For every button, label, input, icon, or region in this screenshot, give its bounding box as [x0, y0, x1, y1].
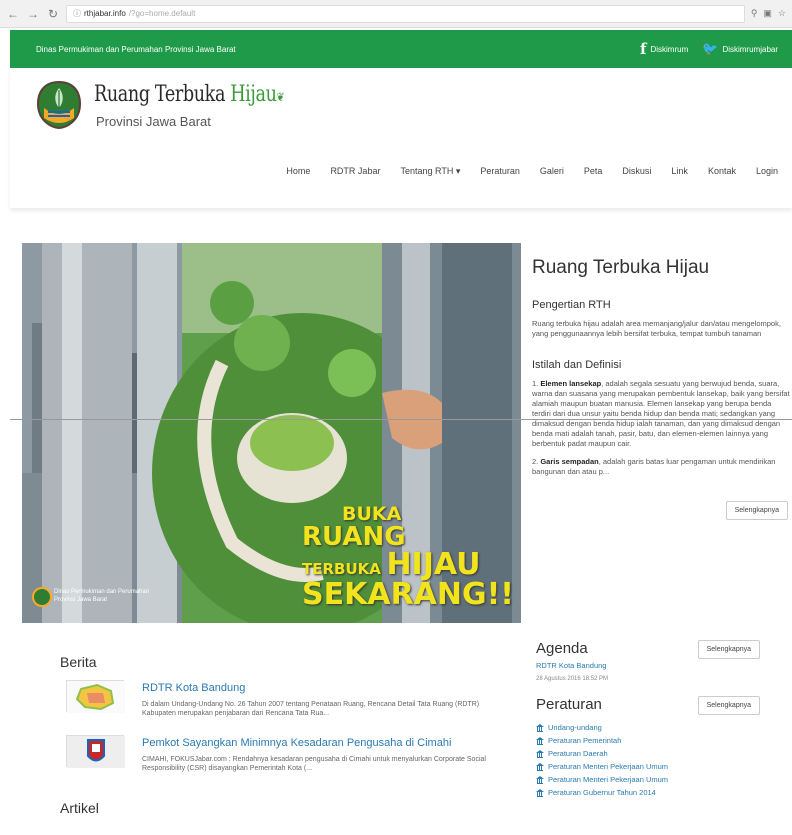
url-path: /?go=home.default — [128, 8, 196, 18]
istilah-title: Istilah dan Definisi — [532, 359, 622, 371]
menu-rdtr-jabar[interactable]: RDTR Jabar — [330, 166, 380, 177]
peraturan-item-label: Peraturan Gubernur Tahun 2014 — [548, 788, 656, 797]
agenda-title: Agenda — [536, 640, 588, 657]
site-title-accent: Hijau — [230, 82, 277, 107]
back-icon[interactable]: ← — [6, 7, 20, 21]
peraturan-item[interactable]: Peraturan Gubernur Tahun 2014 — [536, 786, 790, 799]
institution-icon — [536, 789, 544, 797]
news-item-2[interactable]: Pemkot Sayangkan Minimnya Kesadaran Peng… — [66, 735, 506, 775]
menu-link[interactable]: Link — [671, 166, 688, 177]
peraturan-item-label: Peraturan Pemerintah — [548, 736, 622, 745]
main-menu: Home RDTR Jabar Tentang RTH ▾ Peraturan … — [286, 166, 778, 177]
extension-icon[interactable]: ▣ — [763, 8, 772, 19]
star-icon[interactable]: ☆ — [778, 8, 786, 19]
institution-icon — [536, 737, 544, 745]
peraturan-item-label: Peraturan Menteri Pekerjaan Umum — [548, 762, 669, 771]
news-title-1[interactable]: RDTR Kota Bandung — [142, 682, 245, 694]
institution-icon — [536, 776, 544, 784]
peraturan-item-label: Peraturan Daerah — [548, 749, 608, 758]
news-item-1[interactable]: RDTR Kota Bandung Di dalam Undang-Undang… — [66, 680, 506, 720]
rth-info-panel: Ruang Terbuka Hijau Pengertian RTH Ruang… — [532, 243, 792, 520]
peraturan-title: Peraturan — [536, 696, 602, 713]
peraturan-item[interactable]: Peraturan Menteri Pekerjaan Umum — [536, 773, 790, 786]
top-bar: Dinas Permukiman dan Perumahan Provinsi … — [10, 30, 792, 68]
facebook-icon: f — [640, 40, 647, 58]
map-thumbnail-icon — [67, 681, 125, 713]
berita-title: Berita — [60, 654, 97, 670]
agenda-section: Agenda Selengkapnya RDTR Kota Bandung 28… — [536, 640, 790, 799]
definition-1: 1. Elemen lansekap, adalah segala sesuat… — [532, 379, 790, 448]
info-icon: ⓘ — [73, 8, 81, 18]
org-name: Dinas Permukiman dan Perumahan Provinsi … — [36, 44, 236, 54]
agenda-item-date: 28 Agustus 2016 18:52 PM — [536, 676, 609, 682]
divider-line — [10, 419, 792, 420]
site-title[interactable]: Ruang Terbuka Hijau❦ — [94, 82, 285, 107]
zoom-icon[interactable]: ⚲ — [751, 8, 758, 19]
url-host: rthjabar.info — [84, 8, 126, 18]
agenda-read-more-button[interactable]: Selengkapnya — [697, 640, 760, 659]
peraturan-item-label: Peraturan Menteri Pekerjaan Umum — [548, 775, 669, 784]
menu-kontak[interactable]: Kontak — [708, 166, 736, 177]
facebook-label: Diskimrum — [650, 44, 689, 54]
artikel-title: Artikel — [60, 800, 99, 816]
definition-2: 2. Garis sempadan, adalah garis batas lu… — [532, 457, 776, 476]
agenda-item-title[interactable]: RDTR Kota Bandung — [536, 661, 790, 670]
forward-icon[interactable]: → — [26, 7, 40, 21]
peraturan-item-label: Undang-undang — [548, 723, 602, 732]
hero-line-5: SEKARANG!! — [302, 577, 514, 612]
news-body-1: Di dalam Undang-Undang No. 26 Tahun 2007… — [142, 701, 480, 717]
news-body-2: CIMAHI, FOKUSJabar.com : Rendahnya kesad… — [142, 756, 486, 772]
definition-1-term: Elemen lansekap — [540, 379, 602, 388]
address-bar[interactable]: ⓘ rthjabar.info/?go=home.default — [66, 4, 745, 23]
menu-home[interactable]: Home — [286, 166, 310, 177]
menu-diskusi[interactable]: Diskusi — [622, 166, 651, 177]
twitter-label: Diskimrumjabar — [722, 44, 778, 54]
rth-read-more-button[interactable]: Selengkapnya — [725, 501, 788, 520]
news-title-2[interactable]: Pemkot Sayangkan Minimnya Kesadaran Peng… — [142, 737, 451, 749]
peraturan-read-more-button[interactable]: Selengkapnya — [697, 696, 760, 715]
peraturan-list: Undang-undang Peraturan Pemerintah Perat… — [536, 721, 790, 799]
browser-toolbar: ← → ↻ ⓘ rthjabar.info/?go=home.default ⚲… — [0, 0, 792, 28]
menu-login[interactable]: Login — [756, 166, 778, 177]
jawa-barat-emblem-icon[interactable] — [36, 80, 82, 130]
site-subtitle: Provinsi Jawa Barat — [96, 114, 211, 129]
peraturan-item[interactable]: Undang-undang — [536, 721, 790, 734]
news-thumbnail-2[interactable] — [66, 735, 125, 768]
site-header: Ruang Terbuka Hijau❦ Provinsi Jawa Barat… — [10, 68, 792, 208]
rth-title: Ruang Terbuka Hijau — [532, 257, 710, 278]
peraturan-item[interactable]: Peraturan Menteri Pekerjaan Umum — [536, 760, 790, 773]
reload-icon[interactable]: ↻ — [46, 7, 60, 21]
pengertian-text: Ruang terbuka hijau adalah area memanjan… — [532, 319, 781, 338]
twitter-link[interactable]: 🐦 Diskimrumjabar — [702, 41, 778, 57]
menu-peraturan[interactable]: Peraturan — [480, 166, 520, 177]
definition-2-term: Garis sempadan — [540, 457, 599, 466]
news-thumbnail-1[interactable] — [66, 680, 125, 713]
institution-icon — [536, 750, 544, 758]
pengertian-title: Pengertian RTH — [532, 299, 611, 311]
leaf-icon: ❦ — [276, 90, 285, 104]
twitter-icon: 🐦 — [702, 41, 719, 56]
cimahi-logo-thumbnail-icon — [67, 736, 125, 768]
hero-slogan: BUKA RUANG TERBUKA HIJAU SEKARANG!! — [302, 505, 514, 610]
hero-line-3: TERBUKA — [302, 560, 381, 578]
peraturan-item[interactable]: Peraturan Daerah — [536, 747, 790, 760]
menu-peta[interactable]: Peta — [584, 166, 603, 177]
peraturan-item[interactable]: Peraturan Pemerintah — [536, 734, 790, 747]
facebook-link[interactable]: f Diskimrum — [640, 40, 688, 58]
menu-tentang-rth[interactable]: Tentang RTH ▾ — [400, 166, 460, 177]
institution-icon — [536, 763, 544, 771]
institution-icon — [536, 724, 544, 732]
hero-caption: Dinas Permukiman dan Perumahan Provinsi … — [54, 589, 150, 603]
definition-1-text: , adalah segala sesuatu yang berwujud be… — [532, 379, 790, 448]
site-title-main: Ruang Terbuka — [94, 82, 231, 107]
hero-banner[interactable]: BUKA RUANG TERBUKA HIJAU SEKARANG!! Dina… — [22, 243, 521, 623]
menu-galeri[interactable]: Galeri — [540, 166, 564, 177]
